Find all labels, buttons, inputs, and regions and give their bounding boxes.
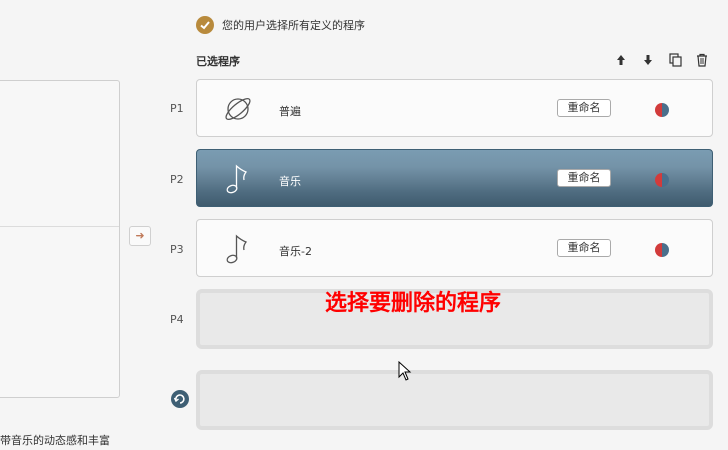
library-divider: [0, 226, 119, 227]
arrow-down-icon[interactable]: [639, 51, 657, 69]
slot-label-p2: P2: [170, 173, 184, 186]
program-name: 音乐: [279, 175, 301, 188]
trash-icon[interactable]: [693, 51, 711, 69]
tutorial-annotation: 选择要删除的程序: [325, 291, 502, 316]
program-library-panel: [0, 80, 120, 398]
selected-programs-title: 已选程序: [196, 55, 240, 68]
program-name: 普遍: [279, 105, 301, 118]
music-note-icon: [221, 232, 255, 266]
checkmark-icon[interactable]: [196, 16, 214, 34]
channel-split-icon[interactable]: [655, 102, 669, 117]
user-select-all-row[interactable]: 您的用户选择所有定义的程序: [196, 15, 365, 35]
channel-split-icon[interactable]: [655, 242, 669, 257]
planet-icon: [221, 92, 255, 126]
slot-label-p3: P3: [170, 243, 184, 256]
program-card-p1[interactable]: 普遍 重命名: [196, 79, 713, 137]
restore-icon[interactable]: [171, 390, 189, 408]
program-slot-empty[interactable]: [196, 370, 713, 430]
program-card-p3[interactable]: 音乐-2 重命名: [196, 219, 713, 277]
copy-icon[interactable]: [666, 51, 684, 69]
music-note-icon: [221, 162, 255, 196]
mouse-cursor-icon: [398, 360, 412, 381]
user-select-all-label: 您的用户选择所有定义的程序: [222, 19, 365, 32]
slot-label-p1: P1: [170, 102, 184, 115]
rename-button[interactable]: 重命名: [557, 239, 611, 257]
rename-button[interactable]: 重命名: [557, 99, 611, 117]
program-card-p2[interactable]: 音乐 重命名: [196, 149, 713, 207]
program-name: 音乐-2: [279, 245, 312, 258]
slot-label-p4: P4: [170, 313, 184, 326]
rename-button[interactable]: 重命名: [557, 169, 611, 187]
move-to-selected-button[interactable]: ➜: [129, 226, 151, 246]
arrow-up-icon[interactable]: [612, 51, 630, 69]
program-toolbar: [612, 51, 711, 69]
channel-split-icon[interactable]: [655, 172, 669, 187]
library-description: 带音乐的动态感和丰富: [0, 434, 110, 447]
